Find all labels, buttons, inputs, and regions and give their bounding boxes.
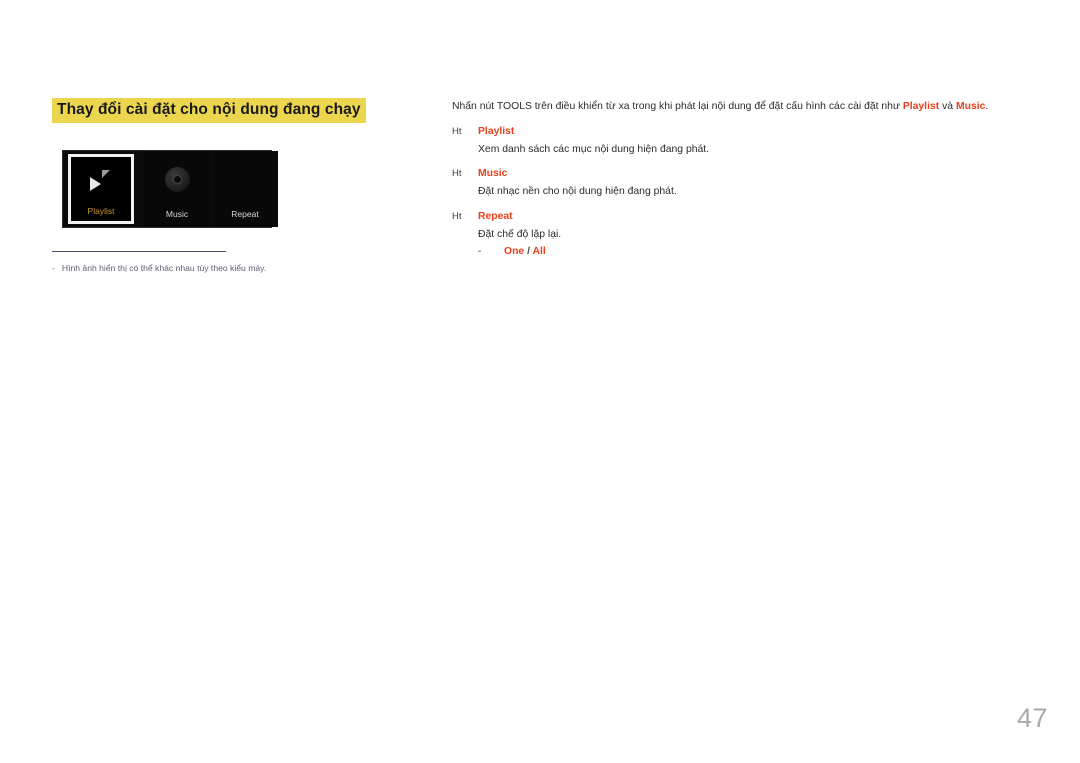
body-content: Nhấn nút TOOLS trên điều khiển từ xa tro… <box>452 99 1010 257</box>
play-icon-primary-triangle <box>90 176 101 191</box>
option-header-playlist: Ht Playlist <box>452 124 1010 141</box>
intro-text-part2: và <box>939 101 956 112</box>
device-tile-music: Music <box>144 151 210 227</box>
intro-text-part3: . <box>985 101 989 112</box>
intro-paragraph: Nhấn nút TOOLS trên điều khiển từ xa tro… <box>452 99 1010 116</box>
option-description-repeat: Đặt chế độ lặp lại. <box>478 228 562 240</box>
device-tile-playlist: Playlist <box>68 154 134 224</box>
option-item-repeat: Ht Repeat Đặt chế độ lặp lại. - One / Al… <box>452 209 1010 257</box>
bullet-marker-icon: Ht <box>452 210 462 222</box>
bullet-marker-icon: Ht <box>452 168 462 180</box>
option-header-music: Ht Music <box>452 166 1010 183</box>
disc-icon-hole <box>173 176 181 184</box>
option-values-repeat: - One / All <box>478 243 1010 257</box>
footnote-divider <box>52 251 226 252</box>
footnote-text: Hình ảnh hiển thị có thể khác nhau tùy t… <box>61 263 267 273</box>
device-tile-label-repeat: Repeat <box>231 208 259 219</box>
play-icon <box>86 169 116 194</box>
option-value-separator: / <box>524 246 533 258</box>
option-value-all: All <box>532 246 546 258</box>
footnote: - Hình ảnh hiển thị có thể khác nhau tùy… <box>52 263 412 275</box>
device-tile-label-playlist: Playlist <box>87 205 115 216</box>
device-screenshot-figure: Playlist Music Repeat <box>62 150 278 228</box>
play-icon-secondary-triangle <box>102 169 110 178</box>
bullet-marker-icon: Ht <box>452 125 462 137</box>
device-tile-repeat: Repeat <box>212 151 278 227</box>
option-value-one: One <box>504 246 525 258</box>
intro-text-part1: Nhấn nút TOOLS trên điều khiển từ xa tro… <box>452 101 903 112</box>
option-title-music: Music <box>478 168 508 180</box>
intro-accent-music: Music <box>955 101 986 112</box>
play-icon-wrap <box>71 157 131 207</box>
option-item-playlist: Ht Playlist Xem danh sách các mục nội du… <box>452 124 1010 158</box>
option-title-repeat: Repeat <box>478 210 513 222</box>
option-item-music: Ht Music Đặt nhạc nền cho nội dung hiện … <box>452 166 1010 200</box>
option-description-playlist: Xem danh sách các mục nội dung hiện đang… <box>478 143 710 155</box>
sub-bullet-dash: - <box>478 246 482 258</box>
page-title: Thay đổi cài đặt cho nội dung đang chạy <box>52 98 366 123</box>
repeat-icon-wrap <box>212 151 278 210</box>
option-description-music: Đặt nhạc nền cho nội dung hiện đang phát… <box>478 186 677 198</box>
device-tile-row: Playlist Music Repeat <box>63 151 278 227</box>
disc-icon <box>164 167 190 193</box>
option-value-list: One / All <box>504 246 546 257</box>
page-number: 47 <box>1016 703 1048 733</box>
device-tile-label-music: Music <box>165 208 189 219</box>
intro-accent-playlist: Playlist <box>902 101 940 112</box>
footnote-dash: - <box>52 263 55 273</box>
option-header-repeat: Ht Repeat <box>452 209 1010 226</box>
disc-icon-wrap <box>144 151 210 210</box>
option-title-playlist: Playlist <box>478 125 515 137</box>
